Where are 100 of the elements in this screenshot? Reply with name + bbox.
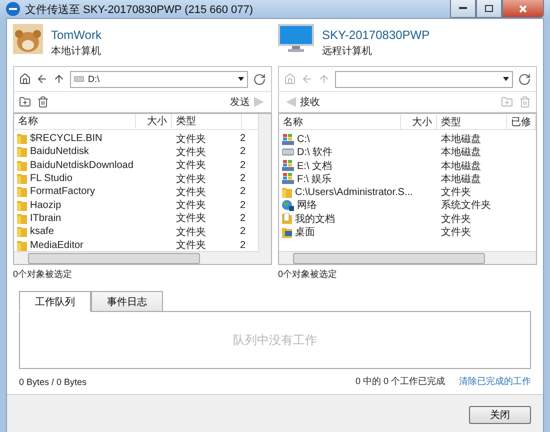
folder-icon	[17, 200, 27, 211]
drive-icon	[74, 76, 84, 82]
file-type: 文件夹	[175, 146, 207, 159]
window-title: 文件传送至 SKY-20170830PWP (215 660 077)	[25, 2, 254, 16]
file-type: 文件夹	[440, 212, 472, 226]
file-name[interactable]: 桌面	[279, 225, 437, 240]
selection-status: 0个对象被选定	[13, 268, 74, 281]
file-name[interactable]: ITbrain	[14, 212, 172, 224]
empty-queue-message: 队列中没有工作	[233, 332, 317, 348]
path-field[interactable]	[335, 70, 513, 88]
file-name[interactable]: BaiduNetdisk	[14, 146, 172, 158]
file-date: 2	[239, 133, 247, 144]
clear-completed-link[interactable]: 清除已完成的工作	[459, 375, 531, 388]
folder-icon	[17, 146, 27, 158]
vertical-scrollbar[interactable]	[258, 114, 271, 252]
file-name[interactable]: C:\Users\Administrator.S...	[279, 186, 437, 198]
file-date: 2	[239, 240, 247, 250]
maximize-button[interactable]	[476, 0, 502, 18]
file-name[interactable]: 我的文档	[279, 212, 437, 226]
file-name[interactable]: E:\ 文档	[279, 158, 437, 173]
tab[interactable]: 事件日志	[91, 291, 163, 312]
column-header[interactable]: 类型	[437, 114, 507, 128]
file-type: 文件夹	[175, 186, 207, 199]
minimize-icon	[459, 7, 467, 10]
folder-icon	[17, 160, 27, 171]
column-header[interactable]: 已修	[507, 114, 536, 128]
new-folder-icon[interactable]	[19, 96, 31, 108]
up-icon[interactable]	[53, 73, 65, 85]
file-name[interactable]: MediaEditor	[14, 240, 172, 250]
column-header[interactable]: 类型	[172, 114, 242, 128]
file-date: 2	[239, 200, 247, 211]
file-date: 2	[239, 226, 247, 238]
folder-icon	[17, 186, 27, 198]
local-computer-label: 本地计算机	[51, 44, 102, 58]
file-type: 文件夹	[175, 226, 207, 239]
file-name[interactable]: $RECYCLE.BIN	[14, 133, 172, 144]
drive-icon	[282, 148, 294, 156]
file-type: 文件夹	[175, 158, 207, 172]
minimize-button[interactable]	[450, 0, 476, 18]
file-type: 本地磁盘	[440, 160, 482, 173]
file-name[interactable]: FL Studio	[14, 173, 172, 184]
file-type: 文件夹	[440, 186, 472, 200]
dropdown-icon[interactable]	[503, 77, 509, 81]
close-button[interactable]: 关闭	[469, 406, 531, 424]
file-type: 文件夹	[175, 198, 207, 212]
file-date: 2	[239, 186, 247, 198]
remote-computer-name: SKY-20170830PWP	[322, 28, 430, 42]
dropdown-icon[interactable]	[238, 77, 244, 81]
jobs-summary: 0 中的 0 个工作已完成	[355, 375, 445, 388]
home-icon[interactable]	[19, 73, 31, 85]
file-type: 本地磁盘	[440, 172, 482, 186]
folder-icon	[17, 133, 27, 144]
back-icon[interactable]	[36, 73, 48, 85]
path-text: D:\	[88, 74, 101, 84]
close-button[interactable]	[502, 0, 544, 18]
file-name[interactable]: C:\	[279, 134, 437, 144]
folder-icon	[17, 173, 27, 184]
file-type: 本地磁盘	[440, 146, 482, 160]
drive-icon	[282, 173, 294, 184]
file-date: 2	[239, 146, 247, 158]
file-name[interactable]: F:\ 娱乐	[279, 172, 437, 186]
file-type: 文件夹	[175, 238, 207, 252]
monitor-icon	[278, 24, 314, 52]
file-type: 文件夹	[175, 172, 207, 186]
drive-icon	[282, 160, 294, 172]
receive-button[interactable]: 接收	[284, 95, 322, 109]
file-name[interactable]: FormatFactory	[14, 186, 172, 198]
path-field[interactable]: D:\	[70, 70, 248, 88]
file-name[interactable]: D:\ 软件	[279, 145, 437, 160]
refresh-icon[interactable]	[253, 72, 266, 86]
globe-icon	[282, 200, 294, 211]
file-date: 2	[239, 160, 247, 171]
folder-icon	[17, 212, 27, 224]
close-icon	[519, 4, 527, 12]
file-date: 2	[239, 173, 247, 184]
desktop-icon	[282, 226, 292, 238]
documents-icon	[282, 213, 292, 224]
app-icon	[6, 2, 20, 16]
column-header[interactable]: 大小	[401, 114, 437, 128]
file-name[interactable]: 网络	[279, 198, 437, 212]
column-header[interactable]: 大小	[136, 114, 172, 128]
send-button[interactable]: 发送	[228, 95, 266, 109]
local-computer-name: TomWork	[51, 28, 102, 42]
folder-icon	[17, 240, 27, 250]
horizontal-scrollbar[interactable]	[279, 251, 536, 264]
file-type: 本地磁盘	[440, 132, 482, 146]
refresh-icon[interactable]	[518, 72, 531, 86]
folder-icon	[282, 186, 292, 198]
delete-icon[interactable]	[37, 96, 49, 108]
file-name[interactable]: ksafe	[14, 226, 172, 238]
file-name[interactable]: BaiduNetdiskDownload	[14, 160, 172, 171]
column-header[interactable]: 名称	[14, 114, 136, 128]
folder-icon	[17, 226, 27, 238]
maximize-icon	[485, 5, 493, 12]
arrow-icon	[286, 97, 296, 107]
file-type: 系统文件夹	[440, 198, 492, 212]
horizontal-scrollbar[interactable]	[14, 251, 271, 264]
tab[interactable]: 工作队列	[19, 291, 91, 312]
file-name[interactable]: Haozip	[14, 200, 172, 211]
column-header[interactable]: 名称	[279, 114, 401, 128]
